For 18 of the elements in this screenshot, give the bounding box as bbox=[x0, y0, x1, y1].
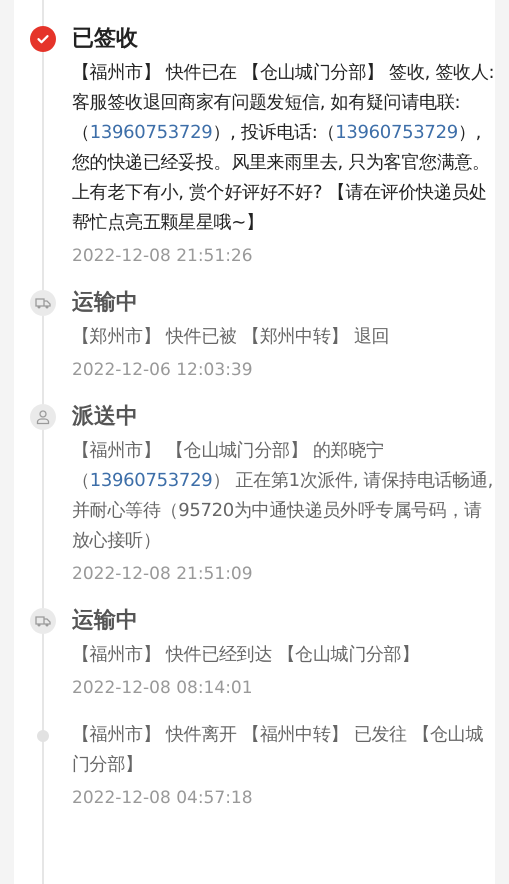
event-time: 2022-12-08 08:14:01 bbox=[72, 677, 254, 700]
status-title: 运输中 bbox=[72, 289, 139, 317]
status-title: 派送中 bbox=[72, 403, 139, 431]
status-title: 已签收 bbox=[72, 25, 139, 53]
check-icon bbox=[30, 26, 56, 52]
event-time: 2022-12-08 21:51:09 bbox=[72, 563, 254, 586]
event-description: 【郑州市】 快件已被 【郑州中转】 退回 bbox=[72, 325, 390, 349]
phone-link[interactable]: 13960753729 bbox=[335, 122, 458, 143]
event-description: 【福州市】 快件已经到达 【仓山城门分部】 bbox=[72, 643, 420, 667]
event-description: 【福州市】 【仓山城门分部】 的郑晓宁（13960753729） 正在第1次派件, 请保持电话畅通,并耐心等待（95720为中通快递员外呼专属号码，请放心接听） bbox=[72, 439, 494, 553]
event-description: 【福州市】 快件已在 【仓山城门分部】 签收, 签收人: 客服签收退回商家有问题发短信, 如有疑问请电联:（13960753729）, 投诉电话:（13960753729）, 您的快递已经妥投。风里来雨里去, 只为客官您满意。上有老下有小, 赏个好评好不好? 【请在评价快递员处帮忙点亮五颗星星哦~】 bbox=[72, 61, 495, 235]
event-time: 2022-12-08 04:57:18 bbox=[72, 787, 254, 810]
event-description: 【福州市】 快件离开 【福州中转】 已发往 【仓山城门分部】 bbox=[72, 723, 484, 777]
phone-link[interactable]: 13960753729 bbox=[90, 122, 212, 143]
event-time: 2022-12-06 12:03:39 bbox=[72, 359, 254, 382]
status-title: 运输中 bbox=[72, 607, 139, 635]
phone-link[interactable]: 13960753729 bbox=[90, 470, 212, 491]
event-time: 2022-12-08 21:51:26 bbox=[72, 245, 254, 268]
